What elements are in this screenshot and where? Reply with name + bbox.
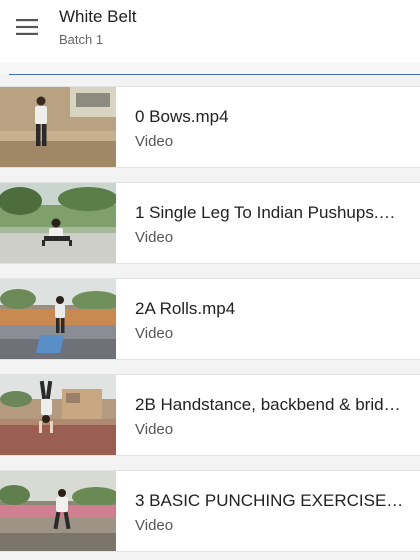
video-thumbnail <box>0 279 116 359</box>
video-list-item[interactable]: 1 Single Leg To Indian Pushups.mp4 Video <box>0 182 420 264</box>
video-thumbnail <box>0 87 116 167</box>
video-thumbnail <box>0 375 116 455</box>
video-type-label: Video <box>135 421 174 438</box>
page-subtitle: Batch 1 <box>59 32 104 47</box>
video-list-item[interactable]: 0 Bows.mp4 Video <box>0 86 420 168</box>
hamburger-menu-icon <box>16 19 38 35</box>
video-list-item[interactable]: 2B Handstance, backbend & bridge.mp4 Vid… <box>0 374 420 456</box>
video-title: 1 Single Leg To Indian Pushups.mp4 <box>135 203 405 222</box>
video-type-label: Video <box>135 325 174 342</box>
video-title: 3 BASIC PUNCHING EXERCISES.mp4 <box>135 491 405 510</box>
app-header: White Belt Batch 1 <box>0 0 420 62</box>
video-thumbnail <box>0 183 116 263</box>
video-title: 2B Handstance, backbend & bridge.mp4 <box>135 395 405 414</box>
video-thumbnail <box>0 471 116 551</box>
video-title: 0 Bows.mp4 <box>135 107 229 126</box>
video-title: 2A Rolls.mp4 <box>135 299 236 318</box>
video-list-item[interactable]: 3 BASIC PUNCHING EXERCISES.mp4 Video <box>0 470 420 552</box>
video-type-label: Video <box>135 229 174 246</box>
menu-button[interactable] <box>6 8 48 46</box>
app-screen: White Belt Batch 1 0 Bows.mp4 Video 1 Si… <box>0 0 420 560</box>
video-type-label: Video <box>135 133 174 150</box>
video-list-item[interactable]: 2A Rolls.mp4 Video <box>0 278 420 360</box>
accent-divider-line <box>9 74 420 75</box>
video-list: 0 Bows.mp4 Video 1 Single Leg To Indian … <box>0 86 420 560</box>
video-type-label: Video <box>135 517 174 534</box>
page-title: White Belt <box>59 7 137 26</box>
header-divider-strip <box>0 62 420 74</box>
